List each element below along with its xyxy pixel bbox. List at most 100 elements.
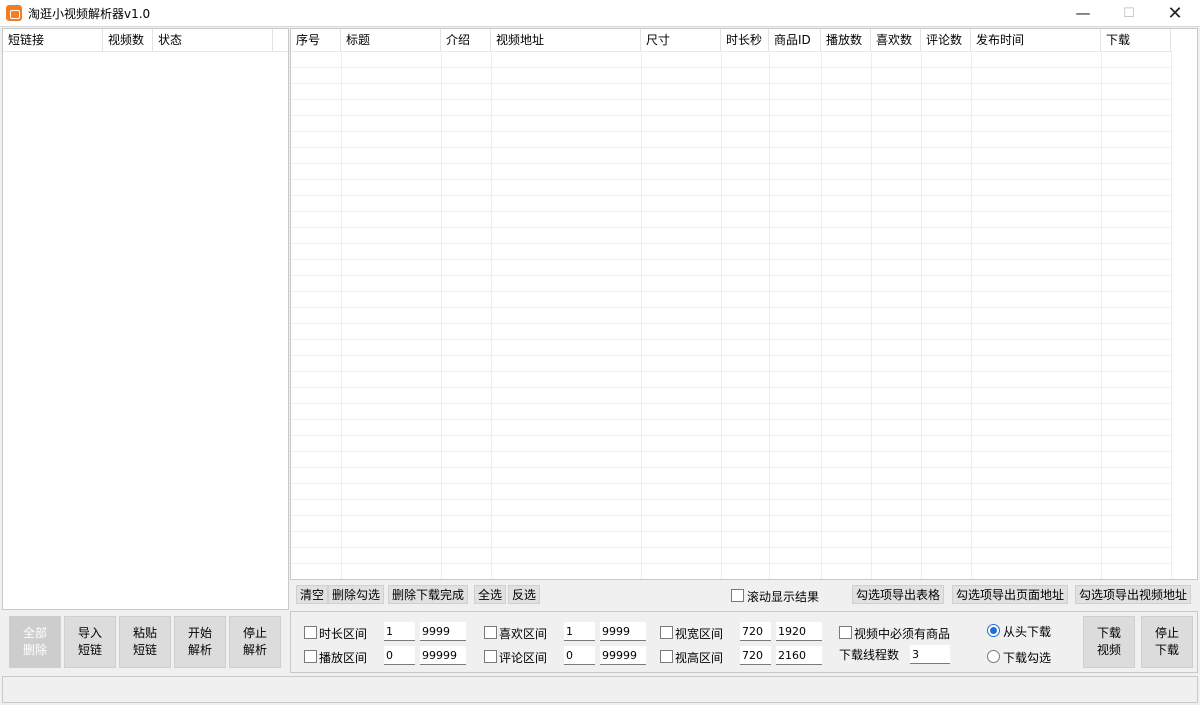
export-page-url-button[interactable]: 勾选项导出页面地址 [952, 585, 1069, 604]
grid-row-line [291, 227, 1171, 228]
comments-max-input[interactable]: 99999 [600, 646, 646, 665]
download-video-label-2: 视频 [1096, 643, 1121, 657]
grid-row-line [291, 67, 1171, 68]
grid-column-line [1171, 51, 1172, 579]
delete-downloaded-button[interactable]: 删除下载完成 [388, 585, 469, 604]
clear-button[interactable]: 清空 [296, 585, 329, 604]
grid-row-line [291, 163, 1171, 164]
header-divider [3, 51, 288, 52]
column-header-status[interactable]: 状态 [153, 29, 273, 51]
grid-row-line [291, 419, 1171, 420]
scroll-results-checkbox[interactable] [731, 589, 744, 602]
must-have-product-checkbox[interactable] [839, 626, 852, 639]
stop-download-button[interactable]: 停止 下载 [1141, 616, 1193, 668]
paste-links-button[interactable]: 粘贴 短链 [119, 616, 171, 668]
grid-column-line [441, 51, 442, 579]
stop-parse-button[interactable]: 停止 解析 [229, 616, 281, 668]
grid-column-line [921, 51, 922, 579]
header-divider [291, 51, 1171, 52]
maximize-button[interactable]: ☐ [1106, 0, 1152, 26]
duration-filter-checkbox[interactable] [304, 626, 317, 639]
grid-column-line [871, 51, 872, 579]
grid-row-line [291, 371, 1171, 372]
download-checked-radio[interactable] [987, 650, 1000, 663]
height-filter-checkbox[interactable] [660, 650, 673, 663]
import-links-button[interactable]: 导入 短链 [64, 616, 116, 668]
close-button[interactable]: ✕ [1152, 0, 1198, 26]
delete-all-button[interactable]: 全部 删除 [9, 616, 61, 668]
duration-min-input[interactable]: 1 [384, 622, 415, 641]
grid-row-line [291, 531, 1171, 532]
delete-checked-button[interactable]: 删除勾选 [328, 585, 385, 604]
column-header-video-count[interactable]: 视频数 [103, 29, 153, 51]
grid-row-line [291, 131, 1171, 132]
stop-download-label-1: 停止 [1154, 626, 1179, 640]
delete-all-label-2: 删除 [22, 643, 47, 657]
export-video-url-button[interactable]: 勾选项导出视频地址 [1075, 585, 1192, 604]
grid-column-line [1101, 51, 1102, 579]
grid-row-line [291, 195, 1171, 196]
height-min-input[interactable]: 720 [740, 646, 771, 665]
comments-filter-checkbox[interactable] [484, 650, 497, 663]
start-parse-button[interactable]: 开始 解析 [174, 616, 226, 668]
plays-filter-checkbox[interactable] [304, 650, 317, 663]
grid-row-line [291, 515, 1171, 516]
stop-parse-label-2: 解析 [242, 643, 267, 657]
grid-row-line [291, 259, 1171, 260]
grid-column-line [821, 51, 822, 579]
height-filter-label: 视高区间 [675, 651, 724, 665]
grid-column-line [769, 51, 770, 579]
grid-row-line [291, 115, 1171, 116]
minimize-button[interactable]: — [1060, 0, 1106, 26]
download-video-label-1: 下载 [1096, 626, 1121, 640]
results-table[interactable]: 序号 标题 介绍 视频地址 尺寸 时长秒 商品ID 播放数 喜欢数 评论数 发布时间 下载 [290, 28, 1198, 580]
duration-max-input[interactable]: 9999 [420, 622, 466, 641]
results-table-grid [291, 29, 1197, 579]
paste-links-label-2: 短链 [132, 643, 157, 657]
download-checked-label: 下载勾选 [1003, 651, 1052, 665]
width-filter-checkbox[interactable] [660, 626, 673, 639]
width-min-input[interactable]: 720 [740, 622, 771, 641]
width-filter-label: 视宽区间 [675, 627, 724, 641]
grid-row-line [291, 275, 1171, 276]
grid-row-line [291, 307, 1171, 308]
stop-parse-label-1: 停止 [242, 626, 267, 640]
download-video-button[interactable]: 下载 视频 [1083, 616, 1135, 668]
from-start-label: 从头下载 [1003, 625, 1052, 639]
download-threads-input[interactable]: 3 [910, 645, 950, 664]
comments-min-input[interactable]: 0 [564, 646, 595, 665]
grid-row-line [291, 451, 1171, 452]
short-link-list[interactable]: 短链接 视频数 状态 [2, 28, 289, 610]
grid-row-line [291, 339, 1171, 340]
grid-row-line [291, 403, 1171, 404]
grid-row-line [291, 83, 1171, 84]
column-header-short-link[interactable]: 短链接 [3, 29, 103, 51]
grid-row-line [291, 355, 1171, 356]
grid-row-line [291, 499, 1171, 500]
import-links-label-1: 导入 [77, 626, 102, 640]
width-max-input[interactable]: 1920 [776, 622, 822, 641]
likes-min-input[interactable]: 1 [564, 622, 595, 641]
plays-min-input[interactable]: 0 [384, 646, 415, 665]
likes-filter-label: 喜欢区间 [499, 627, 548, 641]
stop-download-label-2: 下载 [1154, 643, 1179, 657]
grid-row-line [291, 147, 1171, 148]
app-icon [6, 5, 22, 21]
select-all-button[interactable]: 全选 [474, 585, 507, 604]
likes-max-input[interactable]: 9999 [600, 622, 646, 641]
grid-row-line [291, 483, 1171, 484]
grid-row-line [291, 211, 1171, 212]
invert-select-button[interactable]: 反选 [508, 585, 541, 604]
comments-filter-label: 评论区间 [499, 651, 548, 665]
grid-column-line [341, 51, 342, 579]
start-parse-label-1: 开始 [187, 626, 212, 640]
export-table-button[interactable]: 勾选项导出表格 [852, 585, 945, 604]
must-have-product-label: 视频中必须有商品 [854, 627, 951, 641]
height-max-input[interactable]: 2160 [776, 646, 822, 665]
paste-links-label-1: 粘贴 [132, 626, 157, 640]
from-start-radio[interactable] [987, 624, 1000, 637]
likes-filter-checkbox[interactable] [484, 626, 497, 639]
plays-max-input[interactable]: 99999 [420, 646, 466, 665]
grid-row-line [291, 243, 1171, 244]
grid-row-line [291, 435, 1171, 436]
